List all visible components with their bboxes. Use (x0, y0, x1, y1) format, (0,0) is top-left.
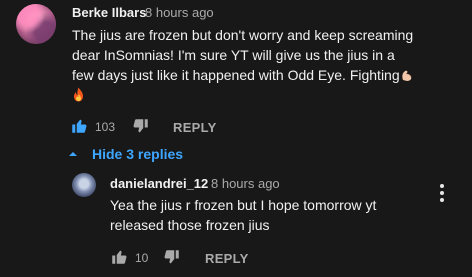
hide-replies-toggle[interactable]: Hide 3 replies (66, 144, 183, 164)
reply-author[interactable]: danielandrei_12 (110, 176, 208, 191)
flexed-biceps-emoji-icon (401, 70, 411, 81)
like-count: 103 (95, 120, 116, 134)
reply-button[interactable]: REPLY (173, 120, 217, 135)
comment-timestamp[interactable]: 8 hours ago (145, 5, 214, 20)
caret-up-icon (69, 152, 77, 156)
commenter-avatar[interactable] (16, 4, 56, 44)
reply-text-line: Yea the jius r frozen but I hope tomorro… (110, 197, 377, 213)
comment-text-line: dear InSomnias! I'm sure YT will give us… (72, 47, 395, 63)
more-options-icon[interactable] (436, 184, 448, 204)
reply-text: Yea the jius r frozen but I hope tomorro… (110, 195, 376, 235)
comment-text-line: few days just like it happened with Odd … (72, 65, 414, 85)
reply-dislike-icon[interactable] (163, 248, 181, 266)
reply-like-count: 10 (135, 251, 149, 265)
reply-avatar[interactable] (72, 173, 96, 197)
like-icon[interactable] (70, 117, 88, 135)
comment-text: The jius are frozen but don't worry and … (72, 25, 414, 105)
reply-reply-button[interactable]: REPLY (205, 251, 249, 266)
comment-text-line: The jius are frozen but don't worry and … (72, 27, 414, 43)
reply-text-line: released those frozen jius (110, 217, 270, 233)
hide-replies-label: Hide 3 replies (92, 146, 184, 162)
comment-text-line (72, 85, 414, 105)
fire-emoji-icon (74, 87, 83, 102)
reply-like-icon[interactable] (110, 248, 128, 266)
reply-timestamp[interactable]: 8 hours ago (211, 176, 280, 191)
comment-author[interactable]: Berke Ilbars (72, 5, 146, 20)
dislike-icon[interactable] (132, 117, 150, 135)
